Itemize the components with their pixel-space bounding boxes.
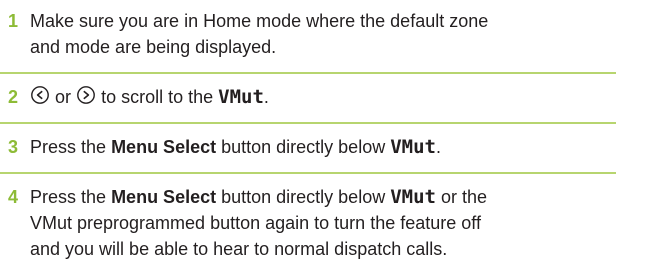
step-text-pre: Press the [30, 137, 107, 157]
sentence-end: . [263, 87, 269, 107]
step-number: 3 [8, 137, 19, 157]
vmut-display-label: VMut [218, 86, 264, 108]
step-text-line: and mode are being displayed. [30, 37, 277, 57]
menu-select-label: Menu Select [111, 187, 217, 207]
step-divider [0, 122, 616, 124]
or-text: or [55, 87, 72, 107]
procedure-steps: 1 Make sure you are in Home mode where t… [0, 0, 660, 270]
vmut-display-label: VMut [390, 136, 436, 158]
step-text-mid: button directly below [221, 187, 386, 207]
sentence-end: . [435, 137, 441, 157]
step-1: 1 Make sure you are in Home mode where t… [0, 8, 616, 68]
step-4: 4 Press the Menu Select button directly … [0, 184, 616, 268]
step-text-body: to scroll to the [101, 87, 214, 107]
step-text-line: VMut preprogrammed button again to turn … [30, 213, 481, 233]
vmut-display-label: VMut [390, 186, 436, 208]
step-2: 2 or to scroll to the VMut. [0, 84, 616, 112]
step-text-line: Press the Menu Select button directly be… [30, 184, 620, 210]
step-text: Make sure you are in Home mode where the… [30, 8, 620, 60]
step-text-line: and you will be able to hear to normal d… [30, 239, 448, 259]
step-text-mid: button directly below [221, 137, 386, 157]
right-arrow-key-icon [76, 85, 96, 112]
step-text-post: or the [441, 187, 488, 207]
menu-select-label: Menu Select [111, 137, 217, 157]
step-number: 1 [8, 11, 19, 31]
step-text: Press the Menu Select button directly be… [30, 134, 620, 160]
step-text-pre: Press the [30, 187, 107, 207]
step-divider [0, 72, 616, 74]
step-text: or to scroll to the VMut. [30, 84, 620, 112]
step-number: 2 [8, 87, 19, 107]
left-arrow-key-icon [30, 85, 50, 112]
step-text-line: Make sure you are in Home mode where the… [30, 11, 489, 31]
step-number: 4 [8, 187, 19, 207]
step-divider [0, 172, 616, 174]
step-3: 3 Press the Menu Select button directly … [0, 134, 616, 162]
step-text: Press the Menu Select button directly be… [30, 184, 620, 262]
